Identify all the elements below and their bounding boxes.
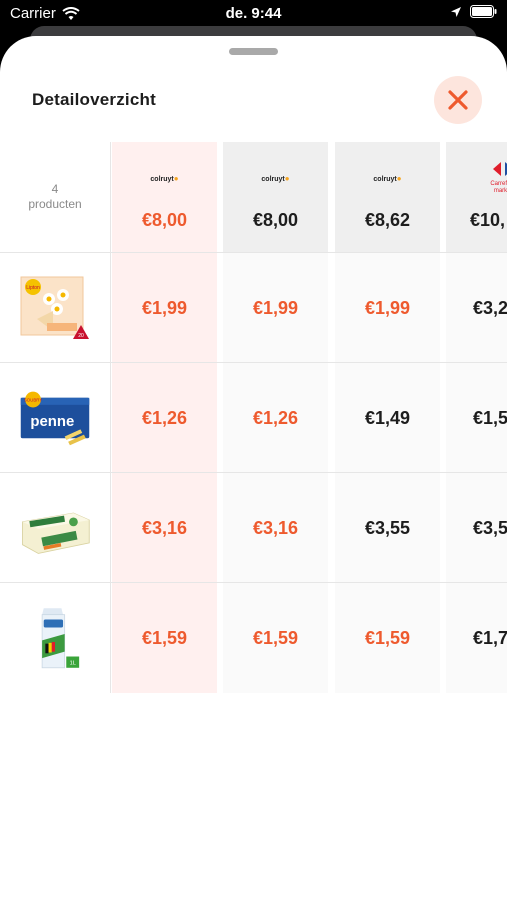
clock: de. 9:44: [225, 5, 282, 22]
product-image-cell: Lipton 20: [0, 253, 111, 363]
product-count-label: producten: [28, 197, 82, 211]
svg-text:20: 20: [78, 333, 84, 339]
detail-sheet: Detailoverzicht 4 producten colruyt● €8,…: [0, 36, 507, 900]
price-cell: €1,99: [112, 253, 217, 363]
location-arrow-icon: [451, 6, 461, 17]
product-row[interactable]: Lipton 20 €1,99 €1,99 €1,99 €3,2: [0, 252, 507, 363]
price-comparison-table: 4 producten colruyt● €8,00 colruyt● €8,0…: [0, 142, 507, 693]
store-total: €8,00: [141, 210, 188, 230]
carlsbourg-butter-product-image: [22, 512, 90, 554]
price-cell: €1,26: [223, 363, 328, 473]
store-total: €8,62: [364, 210, 411, 230]
price-cell: €1,59: [112, 583, 217, 693]
close-icon: [448, 90, 468, 110]
price-cell: €3,16: [112, 473, 217, 583]
store-total: €10,: [470, 210, 506, 230]
milk-carton-product-image: 1L: [41, 608, 80, 669]
price-cell: €1,49: [335, 363, 440, 473]
price-cell: €3,5: [446, 473, 507, 583]
product-image-cell: SOUBRY penne: [0, 363, 111, 473]
svg-text:Lipton: Lipton: [26, 285, 40, 291]
status-bar: Carrier de. 9:44: [0, 0, 507, 28]
product-row[interactable]: 1L €1,59 €1,59 €1,59 €1,7: [0, 582, 507, 693]
price-cell: €1,59: [335, 583, 440, 693]
penne-pasta-product-image: SOUBRY penne: [20, 391, 90, 446]
carrefour-market-logo: Carrefour market: [446, 160, 507, 199]
svg-text:penne: penne: [30, 413, 74, 430]
price-cell: €3,2: [446, 253, 507, 363]
price-cell: €1,7: [446, 583, 507, 693]
product-row[interactable]: €3,16 €3,16 €3,55 €3,5: [0, 472, 507, 583]
colruyt-logo: colruyt●: [373, 174, 402, 183]
price-cell: €1,99: [335, 253, 440, 363]
svg-text:market: market: [493, 188, 507, 194]
price-cell: €1,26: [112, 363, 217, 473]
battery-icon: [470, 5, 497, 18]
product-image-cell: 1L: [0, 583, 111, 693]
svg-text:1L: 1L: [70, 661, 76, 667]
price-cell: €1,99: [223, 253, 328, 363]
store-column-1[interactable]: colruyt● €8,00: [112, 142, 217, 252]
sheet-grabber[interactable]: [229, 48, 278, 55]
product-count: 4: [51, 182, 59, 196]
lipton-tea-product-image: Lipton 20: [20, 276, 89, 339]
price-cell: €3,55: [335, 473, 440, 583]
product-count-cell: 4 producten: [0, 142, 111, 252]
price-cell: €1,59: [223, 583, 328, 693]
store-header-row: 4 producten colruyt● €8,00 colruyt● €8,0…: [0, 142, 507, 252]
product-image-cell: [0, 473, 111, 583]
store-column-2[interactable]: colruyt● €8,00: [223, 142, 328, 252]
store-total: €8,00: [252, 210, 299, 230]
store-column-4[interactable]: Carrefour market €10,: [446, 142, 507, 252]
price-cell: €1,5: [446, 363, 507, 473]
price-cell: €3,16: [223, 473, 328, 583]
store-column-3[interactable]: colruyt● €8,62: [335, 142, 440, 252]
svg-text:SOUBRY: SOUBRY: [24, 397, 42, 402]
product-row[interactable]: SOUBRY penne €1,26 €1,26 €1,49 €1,5: [0, 362, 507, 473]
close-button[interactable]: [434, 76, 482, 124]
svg-text:Carrefour: Carrefour: [490, 181, 507, 187]
colruyt-logo: colruyt●: [150, 174, 179, 183]
colruyt-logo: colruyt●: [261, 174, 290, 183]
page-title: Detailoverzicht: [32, 90, 156, 109]
